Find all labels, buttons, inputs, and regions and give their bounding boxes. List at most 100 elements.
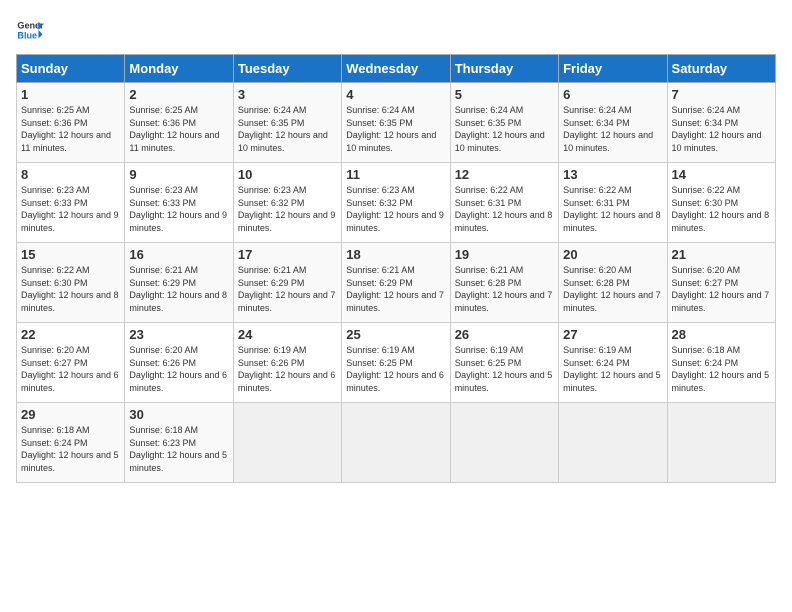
day-number: 4 bbox=[346, 87, 445, 102]
day-number: 20 bbox=[563, 247, 662, 262]
table-row: 26 Sunrise: 6:19 AMSunset: 6:25 PMDaylig… bbox=[450, 323, 558, 403]
day-info: Sunrise: 6:24 AMSunset: 6:35 PMDaylight:… bbox=[346, 104, 445, 154]
table-row: 9 Sunrise: 6:23 AMSunset: 6:33 PMDayligh… bbox=[125, 163, 233, 243]
day-number: 17 bbox=[238, 247, 337, 262]
day-number: 9 bbox=[129, 167, 228, 182]
day-number: 1 bbox=[21, 87, 120, 102]
table-row: 29 Sunrise: 6:18 AMSunset: 6:24 PMDaylig… bbox=[17, 403, 125, 483]
day-number: 14 bbox=[672, 167, 771, 182]
table-row bbox=[342, 403, 450, 483]
logo-icon: General Blue bbox=[16, 16, 44, 44]
day-header-wednesday: Wednesday bbox=[342, 55, 450, 83]
table-row: 18 Sunrise: 6:21 AMSunset: 6:29 PMDaylig… bbox=[342, 243, 450, 323]
day-info: Sunrise: 6:21 AMSunset: 6:29 PMDaylight:… bbox=[346, 264, 445, 314]
table-row: 14 Sunrise: 6:22 AMSunset: 6:30 PMDaylig… bbox=[667, 163, 775, 243]
table-row bbox=[667, 403, 775, 483]
day-number: 5 bbox=[455, 87, 554, 102]
day-info: Sunrise: 6:25 AMSunset: 6:36 PMDaylight:… bbox=[129, 104, 228, 154]
day-info: Sunrise: 6:21 AMSunset: 6:29 PMDaylight:… bbox=[129, 264, 228, 314]
table-row: 2 Sunrise: 6:25 AMSunset: 6:36 PMDayligh… bbox=[125, 83, 233, 163]
day-number: 6 bbox=[563, 87, 662, 102]
day-number: 29 bbox=[21, 407, 120, 422]
day-number: 24 bbox=[238, 327, 337, 342]
header: General Blue bbox=[16, 16, 776, 44]
day-number: 10 bbox=[238, 167, 337, 182]
day-header-saturday: Saturday bbox=[667, 55, 775, 83]
day-number: 2 bbox=[129, 87, 228, 102]
day-number: 28 bbox=[672, 327, 771, 342]
table-row: 10 Sunrise: 6:23 AMSunset: 6:32 PMDaylig… bbox=[233, 163, 341, 243]
day-info: Sunrise: 6:24 AMSunset: 6:35 PMDaylight:… bbox=[455, 104, 554, 154]
day-header-sunday: Sunday bbox=[17, 55, 125, 83]
day-info: Sunrise: 6:22 AMSunset: 6:31 PMDaylight:… bbox=[563, 184, 662, 234]
day-info: Sunrise: 6:24 AMSunset: 6:34 PMDaylight:… bbox=[672, 104, 771, 154]
table-row: 5 Sunrise: 6:24 AMSunset: 6:35 PMDayligh… bbox=[450, 83, 558, 163]
day-info: Sunrise: 6:22 AMSunset: 6:30 PMDaylight:… bbox=[21, 264, 120, 314]
table-row: 19 Sunrise: 6:21 AMSunset: 6:28 PMDaylig… bbox=[450, 243, 558, 323]
day-info: Sunrise: 6:25 AMSunset: 6:36 PMDaylight:… bbox=[21, 104, 120, 154]
day-number: 16 bbox=[129, 247, 228, 262]
day-number: 7 bbox=[672, 87, 771, 102]
day-number: 11 bbox=[346, 167, 445, 182]
day-info: Sunrise: 6:20 AMSunset: 6:27 PMDaylight:… bbox=[21, 344, 120, 394]
table-row: 24 Sunrise: 6:19 AMSunset: 6:26 PMDaylig… bbox=[233, 323, 341, 403]
table-row: 3 Sunrise: 6:24 AMSunset: 6:35 PMDayligh… bbox=[233, 83, 341, 163]
day-number: 25 bbox=[346, 327, 445, 342]
day-number: 3 bbox=[238, 87, 337, 102]
table-row: 12 Sunrise: 6:22 AMSunset: 6:31 PMDaylig… bbox=[450, 163, 558, 243]
table-row: 4 Sunrise: 6:24 AMSunset: 6:35 PMDayligh… bbox=[342, 83, 450, 163]
day-info: Sunrise: 6:21 AMSunset: 6:29 PMDaylight:… bbox=[238, 264, 337, 314]
day-info: Sunrise: 6:20 AMSunset: 6:28 PMDaylight:… bbox=[563, 264, 662, 314]
table-row: 25 Sunrise: 6:19 AMSunset: 6:25 PMDaylig… bbox=[342, 323, 450, 403]
table-row: 6 Sunrise: 6:24 AMSunset: 6:34 PMDayligh… bbox=[559, 83, 667, 163]
day-info: Sunrise: 6:24 AMSunset: 6:34 PMDaylight:… bbox=[563, 104, 662, 154]
day-number: 27 bbox=[563, 327, 662, 342]
day-info: Sunrise: 6:20 AMSunset: 6:26 PMDaylight:… bbox=[129, 344, 228, 394]
calendar-table: SundayMondayTuesdayWednesdayThursdayFrid… bbox=[16, 54, 776, 483]
day-info: Sunrise: 6:23 AMSunset: 6:33 PMDaylight:… bbox=[21, 184, 120, 234]
day-number: 22 bbox=[21, 327, 120, 342]
day-info: Sunrise: 6:23 AMSunset: 6:32 PMDaylight:… bbox=[346, 184, 445, 234]
day-info: Sunrise: 6:19 AMSunset: 6:25 PMDaylight:… bbox=[346, 344, 445, 394]
day-number: 18 bbox=[346, 247, 445, 262]
table-row: 27 Sunrise: 6:19 AMSunset: 6:24 PMDaylig… bbox=[559, 323, 667, 403]
svg-text:Blue: Blue bbox=[17, 30, 37, 40]
day-number: 23 bbox=[129, 327, 228, 342]
day-number: 15 bbox=[21, 247, 120, 262]
day-number: 21 bbox=[672, 247, 771, 262]
day-info: Sunrise: 6:19 AMSunset: 6:24 PMDaylight:… bbox=[563, 344, 662, 394]
table-row: 11 Sunrise: 6:23 AMSunset: 6:32 PMDaylig… bbox=[342, 163, 450, 243]
day-header-tuesday: Tuesday bbox=[233, 55, 341, 83]
day-info: Sunrise: 6:18 AMSunset: 6:23 PMDaylight:… bbox=[129, 424, 228, 474]
table-row: 23 Sunrise: 6:20 AMSunset: 6:26 PMDaylig… bbox=[125, 323, 233, 403]
table-row: 7 Sunrise: 6:24 AMSunset: 6:34 PMDayligh… bbox=[667, 83, 775, 163]
table-row: 21 Sunrise: 6:20 AMSunset: 6:27 PMDaylig… bbox=[667, 243, 775, 323]
day-info: Sunrise: 6:21 AMSunset: 6:28 PMDaylight:… bbox=[455, 264, 554, 314]
table-row bbox=[233, 403, 341, 483]
table-row: 16 Sunrise: 6:21 AMSunset: 6:29 PMDaylig… bbox=[125, 243, 233, 323]
table-row: 28 Sunrise: 6:18 AMSunset: 6:24 PMDaylig… bbox=[667, 323, 775, 403]
day-number: 19 bbox=[455, 247, 554, 262]
table-row: 30 Sunrise: 6:18 AMSunset: 6:23 PMDaylig… bbox=[125, 403, 233, 483]
table-row bbox=[450, 403, 558, 483]
day-info: Sunrise: 6:23 AMSunset: 6:33 PMDaylight:… bbox=[129, 184, 228, 234]
day-number: 30 bbox=[129, 407, 228, 422]
day-header-monday: Monday bbox=[125, 55, 233, 83]
day-info: Sunrise: 6:20 AMSunset: 6:27 PMDaylight:… bbox=[672, 264, 771, 314]
day-header-friday: Friday bbox=[559, 55, 667, 83]
day-info: Sunrise: 6:24 AMSunset: 6:35 PMDaylight:… bbox=[238, 104, 337, 154]
table-row: 15 Sunrise: 6:22 AMSunset: 6:30 PMDaylig… bbox=[17, 243, 125, 323]
day-info: Sunrise: 6:19 AMSunset: 6:26 PMDaylight:… bbox=[238, 344, 337, 394]
table-row bbox=[559, 403, 667, 483]
day-number: 26 bbox=[455, 327, 554, 342]
table-row: 13 Sunrise: 6:22 AMSunset: 6:31 PMDaylig… bbox=[559, 163, 667, 243]
day-info: Sunrise: 6:19 AMSunset: 6:25 PMDaylight:… bbox=[455, 344, 554, 394]
day-info: Sunrise: 6:18 AMSunset: 6:24 PMDaylight:… bbox=[672, 344, 771, 394]
day-header-thursday: Thursday bbox=[450, 55, 558, 83]
table-row: 20 Sunrise: 6:20 AMSunset: 6:28 PMDaylig… bbox=[559, 243, 667, 323]
day-info: Sunrise: 6:22 AMSunset: 6:30 PMDaylight:… bbox=[672, 184, 771, 234]
table-row: 8 Sunrise: 6:23 AMSunset: 6:33 PMDayligh… bbox=[17, 163, 125, 243]
day-number: 12 bbox=[455, 167, 554, 182]
day-number: 8 bbox=[21, 167, 120, 182]
day-info: Sunrise: 6:23 AMSunset: 6:32 PMDaylight:… bbox=[238, 184, 337, 234]
